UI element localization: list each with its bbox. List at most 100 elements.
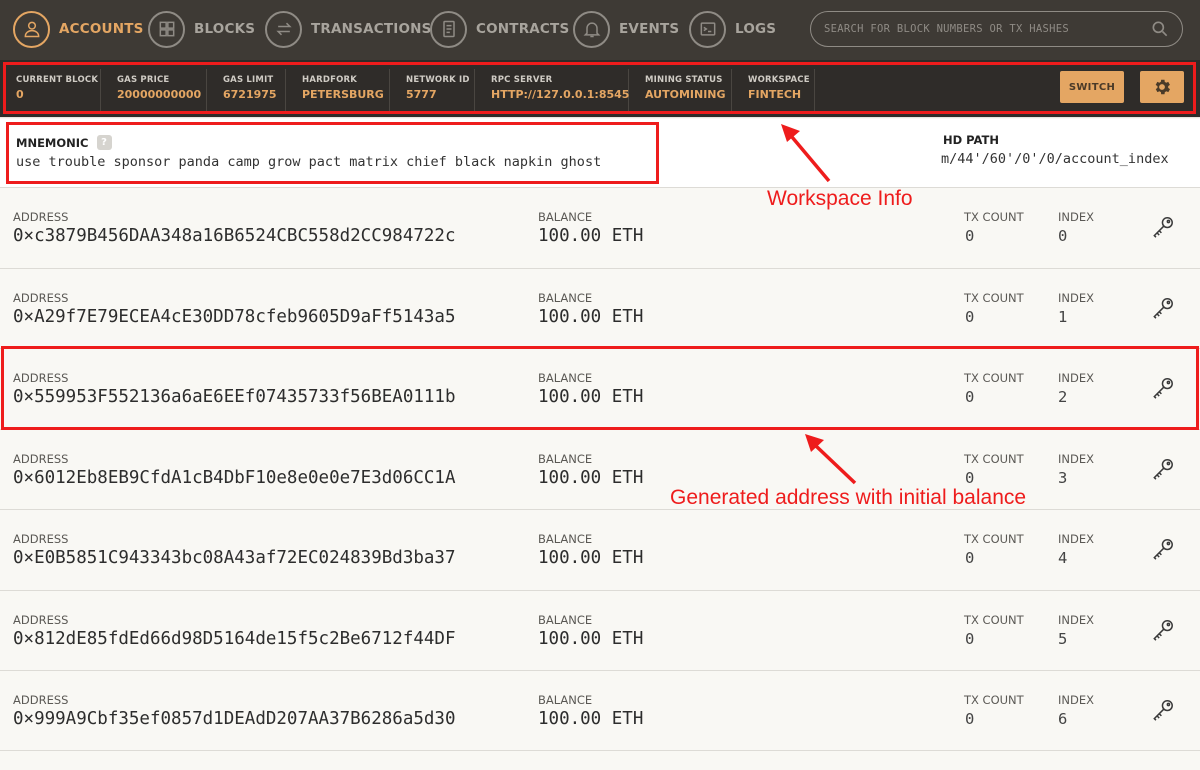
status-label: GAS PRICE [117, 75, 170, 85]
tx-count-label: TX COUNT [964, 532, 1024, 546]
account-row: ADDRESS 0×999A9Cbf35ef0857d1DEAdD207AA37… [0, 670, 1200, 751]
account-row: ADDRESS 0×812dE85fdEd66d98D5164de15f5c2B… [0, 589, 1200, 670]
nav-label: EVENTS [619, 21, 680, 37]
account-address: 0×6012Eb8EB9CfdA1cB4DbF10e8e0e0e7E3d06CC… [13, 467, 456, 488]
status-value: 0 [16, 88, 24, 101]
status-label: GAS LIMIT [223, 75, 274, 85]
key-icon[interactable] [1148, 696, 1178, 726]
nav-tab-contracts[interactable]: CONTRACTS [430, 10, 569, 48]
index-label: INDEX [1058, 612, 1094, 627]
status-network-id: NETWORK ID 5777 [390, 69, 475, 113]
status-gas-price: GAS PRICE 20000000000 [101, 69, 207, 113]
switch-workspace-button[interactable]: SWITCH [1060, 71, 1124, 103]
nav-tab-events[interactable]: EVENTS [573, 10, 679, 48]
address-label: ADDRESS [13, 532, 69, 546]
status-value: FINTECH [748, 88, 802, 101]
status-value: 6721975 [223, 88, 277, 101]
account-row: ADDRESS 0×c3879B456DAA348a16B6524CBC558d… [0, 187, 1200, 268]
help-icon[interactable]: ? [96, 135, 112, 150]
nav-tab-blocks[interactable]: BLOCKS [148, 10, 255, 48]
account-index: 4 [1058, 549, 1068, 567]
status-value: PETERSBURG [302, 88, 384, 101]
index-label: INDEX [1058, 371, 1094, 385]
nav-tab-accounts[interactable]: ACCOUNTS [13, 10, 144, 48]
status-current-block: CURRENT BLOCK 0 [0, 69, 101, 113]
account-index: 6 [1058, 710, 1068, 728]
nav-label: TRANSACTIONS [311, 21, 432, 37]
status-value: AUTOMINING [645, 88, 726, 101]
status-label: RPC SERVER [491, 75, 553, 85]
address-label: ADDRESS [13, 290, 69, 305]
search-icon[interactable] [1150, 19, 1170, 39]
index-label: INDEX [1058, 451, 1094, 466]
person-icon [13, 10, 50, 48]
account-index: 1 [1058, 307, 1068, 326]
index-label: INDEX [1058, 290, 1094, 305]
hd-path-value: m/44'/60'/0'/0/account_index [941, 151, 1169, 167]
account-address: 0×812dE85fdEd66d98D5164de15f5c2Be6712f44… [13, 628, 456, 649]
account-address: 0×c3879B456DAA348a16B6524CBC558d2CC98472… [13, 226, 456, 246]
status-label: MINING STATUS [645, 75, 723, 85]
status-label: CURRENT BLOCK [16, 75, 99, 85]
account-balance: 100.00 ETH [538, 467, 644, 488]
account-tx-count: 0 [965, 549, 975, 567]
account-balance: 100.00 ETH [538, 306, 644, 327]
mnemonic-heading: MNEMONIC ? [16, 135, 112, 150]
balance-label: BALANCE [538, 693, 593, 707]
document-icon [430, 10, 467, 48]
account-balance: 100.00 ETH [538, 387, 644, 407]
account-index: 0 [1058, 227, 1068, 245]
balance-label: BALANCE [538, 210, 593, 224]
key-icon[interactable] [1148, 374, 1178, 404]
blocks-grid-icon [148, 10, 185, 48]
key-icon[interactable] [1148, 294, 1178, 324]
mnemonic-phrase: use trouble sponsor panda camp grow pact… [16, 154, 602, 170]
key-icon[interactable] [1148, 616, 1178, 646]
mnemonic-label: MNEMONIC [16, 135, 89, 150]
account-address: 0×A29f7E79ECEA4cE30DD78cfeb9605D9aFf5143… [13, 306, 456, 327]
status-label: WORKSPACE [748, 75, 810, 85]
balance-label: BALANCE [538, 451, 593, 466]
tx-count-label: TX COUNT [964, 451, 1024, 466]
settings-button[interactable] [1140, 71, 1184, 103]
nav-tab-logs[interactable]: LOGS [689, 10, 776, 48]
generated-address-annotation: Generated address with initial balance [670, 486, 1027, 509]
transfer-arrows-icon [265, 10, 302, 48]
hd-path-label: HD PATH [943, 133, 1000, 147]
key-icon[interactable] [1148, 213, 1178, 243]
nav-label: ACCOUNTS [59, 21, 144, 37]
status-value: HTTP://127.0.0.1:8545 [491, 88, 630, 101]
account-balance: 100.00 ETH [538, 548, 644, 568]
account-index: 3 [1058, 468, 1068, 487]
account-index: 5 [1058, 629, 1068, 648]
balance-label: BALANCE [538, 371, 593, 385]
accounts-list: ADDRESS 0×c3879B456DAA348a16B6524CBC558d… [0, 187, 1200, 751]
address-label: ADDRESS [13, 693, 69, 707]
address-label: ADDRESS [13, 210, 69, 224]
key-icon[interactable] [1148, 455, 1178, 485]
account-address: 0×559953F552136a6aE6EEf07435733f56BEA011… [13, 387, 456, 407]
account-address: 0×999A9Cbf35ef0857d1DEAdD207AA37B6286a5d… [13, 709, 456, 729]
key-icon[interactable] [1148, 535, 1178, 565]
tx-count-label: TX COUNT [964, 693, 1024, 707]
account-tx-count: 0 [965, 629, 975, 648]
status-hardfork: HARDFORK PETERSBURG [286, 69, 390, 113]
account-tx-count: 0 [965, 710, 975, 728]
tx-count-label: TX COUNT [964, 371, 1024, 385]
account-address: 0×E0B5851C943343bc08A43af72EC024839Bd3ba… [13, 548, 456, 568]
address-label: ADDRESS [13, 371, 69, 385]
nav-tab-transactions[interactable]: TRANSACTIONS [265, 10, 432, 48]
tx-count-label: TX COUNT [964, 290, 1024, 305]
account-balance: 100.00 ETH [538, 628, 644, 649]
account-balance: 100.00 ETH [538, 226, 644, 246]
tx-count-label: TX COUNT [964, 210, 1024, 224]
index-label: INDEX [1058, 532, 1094, 546]
status-rpc-server: RPC SERVER HTTP://127.0.0.1:8545 [475, 69, 629, 113]
balance-label: BALANCE [538, 290, 593, 305]
terminal-icon [689, 10, 726, 48]
account-balance: 100.00 ETH [538, 709, 644, 729]
status-mining-status: MINING STATUS AUTOMINING [629, 69, 732, 113]
search-input[interactable] [811, 23, 1150, 35]
index-label: INDEX [1058, 693, 1094, 707]
gear-icon [1155, 79, 1170, 95]
